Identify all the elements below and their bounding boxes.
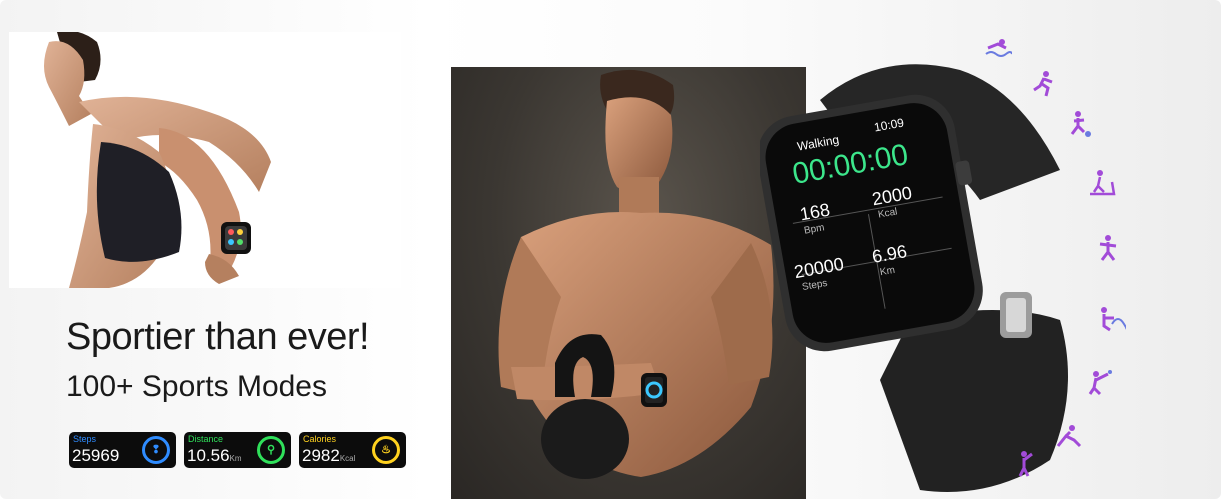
flame-icon: ♨ <box>372 436 400 464</box>
stat-value: 10.56Km <box>187 446 242 465</box>
stretching-icon <box>1056 425 1082 448</box>
location-icon: ⚲ <box>257 436 285 464</box>
stat-value: 2982Kcal <box>302 446 356 465</box>
calories-stat-card: Calories 2982Kcal ♨ <box>299 432 406 468</box>
footsteps-icon: ❢ <box>142 436 170 464</box>
steps-stat-card: Steps 25969 ❢ <box>69 432 176 468</box>
stat-label: Distance <box>188 434 224 444</box>
stat-value: 25969 <box>72 446 120 465</box>
stat-label: Calories <box>303 434 337 444</box>
distance-stat-card: Distance 10.56Km ⚲ <box>184 432 291 468</box>
yoga-icon <box>1101 307 1126 332</box>
cricket-icon <box>1018 451 1033 477</box>
treadmill-icon <box>1090 170 1116 196</box>
running-icon <box>1033 71 1053 97</box>
subheadline: 100+ Sports Modes <box>66 370 327 403</box>
football-icon <box>1070 111 1091 137</box>
promo-banner: Sportier than ever! 100+ Sports Modes St… <box>0 0 1221 499</box>
swimming-icon <box>985 39 1012 57</box>
headline: Sportier than ever! <box>66 316 370 358</box>
woman-workout-photo <box>9 32 401 288</box>
stat-label: Steps <box>73 434 97 444</box>
smartwatch-product: Walking 10:09 00:00:00 168 Bpm 2000 Kcal… <box>757 60 1090 499</box>
badminton-icon <box>1088 370 1112 396</box>
man-kettlebell-photo <box>451 67 806 499</box>
dancing-icon <box>1099 235 1117 261</box>
